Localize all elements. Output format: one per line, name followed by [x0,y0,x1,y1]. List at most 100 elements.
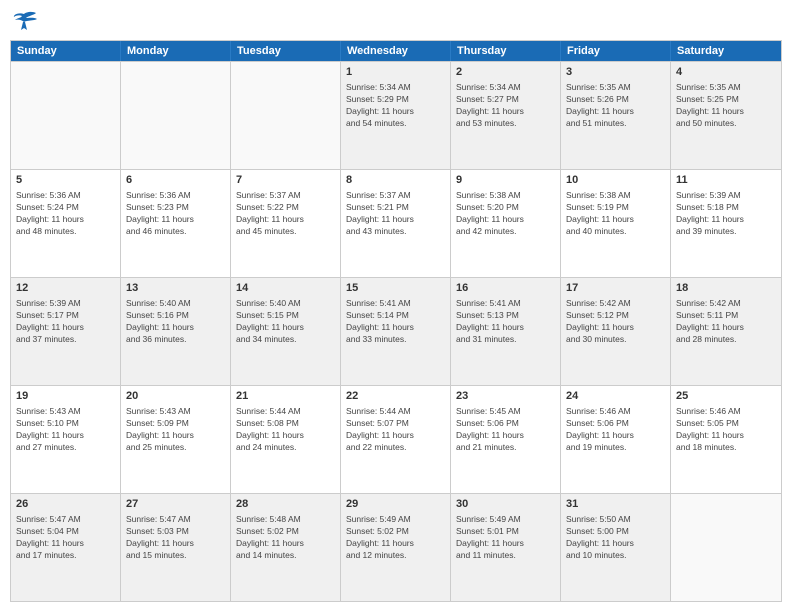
calendar-row-1: 1 Sunrise: 5:34 AM Sunset: 5:29 PM Daylig… [11,61,781,169]
day-info: Sunrise: 5:37 AM Sunset: 5:22 PM Dayligh… [236,190,335,238]
day-info: Sunrise: 5:47 AM Sunset: 5:03 PM Dayligh… [126,514,225,562]
day-info: Sunrise: 5:42 AM Sunset: 5:11 PM Dayligh… [676,298,776,346]
day-info: Sunrise: 5:41 AM Sunset: 5:13 PM Dayligh… [456,298,555,346]
day-info: Sunrise: 5:45 AM Sunset: 5:06 PM Dayligh… [456,406,555,454]
day-number: 28 [236,497,335,512]
calendar-cell-r4c6: 24 Sunrise: 5:46 AM Sunset: 5:06 PM Dayli… [561,386,671,493]
calendar-cell-r5c6: 31Sunrise: 5:50 AM Sunset: 5:00 PM Dayli… [561,494,671,601]
day-number: 16 [456,281,555,296]
weekday-header-sunday: Sunday [11,41,121,61]
day-info: Sunrise: 5:46 AM Sunset: 5:06 PM Dayligh… [566,406,665,454]
day-info: Sunrise: 5:34 AM Sunset: 5:27 PM Dayligh… [456,82,555,130]
day-info: Sunrise: 5:37 AM Sunset: 5:21 PM Dayligh… [346,190,445,238]
day-info: Sunrise: 5:50 AM Sunset: 5:00 PM Dayligh… [566,514,665,562]
day-number: 25 [676,389,776,404]
calendar-cell-r5c5: 30 Sunrise: 5:49 AM Sunset: 5:01 PM Dayli… [451,494,561,601]
day-number: 26 [16,497,115,512]
day-number: 5 [16,173,115,188]
calendar-cell-r1c2 [121,62,231,169]
day-info: Sunrise: 5:38 AM Sunset: 5:20 PM Dayligh… [456,190,555,238]
day-number: 15 [346,281,445,296]
calendar-cell-r4c5: 23 Sunrise: 5:45 AM Sunset: 5:06 PM Dayli… [451,386,561,493]
day-info: Sunrise: 5:49 AM Sunset: 5:02 PM Dayligh… [346,514,445,562]
day-info: Sunrise: 5:44 AM Sunset: 5:08 PM Dayligh… [236,406,335,454]
day-number: 2 [456,65,555,80]
calendar-cell-r1c6: 3Sunrise: 5:35 AM Sunset: 5:26 PM Daylig… [561,62,671,169]
logo [10,10,42,32]
calendar-cell-r3c3: 14 Sunrise: 5:40 AM Sunset: 5:15 PM Dayli… [231,278,341,385]
day-info: Sunrise: 5:46 AM Sunset: 5:05 PM Dayligh… [676,406,776,454]
day-number: 22 [346,389,445,404]
day-number: 11 [676,173,776,188]
day-info: Sunrise: 5:43 AM Sunset: 5:09 PM Dayligh… [126,406,225,454]
day-number: 10 [566,173,665,188]
day-info: Sunrise: 5:39 AM Sunset: 5:18 PM Dayligh… [676,190,776,238]
day-number: 13 [126,281,225,296]
weekday-header-tuesday: Tuesday [231,41,341,61]
calendar-cell-r2c7: 11 Sunrise: 5:39 AM Sunset: 5:18 PM Dayli… [671,170,781,277]
day-info: Sunrise: 5:49 AM Sunset: 5:01 PM Dayligh… [456,514,555,562]
day-info: Sunrise: 5:35 AM Sunset: 5:25 PM Dayligh… [676,82,776,130]
calendar-row-3: 12 Sunrise: 5:39 AM Sunset: 5:17 PM Dayli… [11,277,781,385]
weekday-header-wednesday: Wednesday [341,41,451,61]
day-info: Sunrise: 5:39 AM Sunset: 5:17 PM Dayligh… [16,298,115,346]
calendar-cell-r5c4: 29Sunrise: 5:49 AM Sunset: 5:02 PM Dayli… [341,494,451,601]
day-number: 24 [566,389,665,404]
calendar-cell-r2c3: 7 Sunrise: 5:37 AM Sunset: 5:22 PM Daylig… [231,170,341,277]
day-number: 18 [676,281,776,296]
calendar-cell-r4c3: 21Sunrise: 5:44 AM Sunset: 5:08 PM Dayli… [231,386,341,493]
day-info: Sunrise: 5:40 AM Sunset: 5:16 PM Dayligh… [126,298,225,346]
weekday-header-friday: Friday [561,41,671,61]
day-info: Sunrise: 5:34 AM Sunset: 5:29 PM Dayligh… [346,82,445,130]
calendar-cell-r1c3 [231,62,341,169]
calendar-cell-r3c6: 17 Sunrise: 5:42 AM Sunset: 5:12 PM Dayli… [561,278,671,385]
day-number: 8 [346,173,445,188]
day-info: Sunrise: 5:43 AM Sunset: 5:10 PM Dayligh… [16,406,115,454]
day-number: 27 [126,497,225,512]
calendar-row-2: 5 Sunrise: 5:36 AM Sunset: 5:24 PM Daylig… [11,169,781,277]
calendar-cell-r2c6: 10 Sunrise: 5:38 AM Sunset: 5:19 PM Dayli… [561,170,671,277]
day-number: 3 [566,65,665,80]
day-number: 30 [456,497,555,512]
calendar-cell-r2c4: 8 Sunrise: 5:37 AM Sunset: 5:21 PM Daylig… [341,170,451,277]
calendar-cell-r3c7: 18 Sunrise: 5:42 AM Sunset: 5:11 PM Dayli… [671,278,781,385]
calendar: SundayMondayTuesdayWednesdayThursdayFrid… [10,40,782,602]
calendar-cell-r5c7 [671,494,781,601]
calendar-cell-r2c2: 6Sunrise: 5:36 AM Sunset: 5:23 PM Daylig… [121,170,231,277]
weekday-header-monday: Monday [121,41,231,61]
day-number: 17 [566,281,665,296]
calendar-cell-r3c4: 15 Sunrise: 5:41 AM Sunset: 5:14 PM Dayli… [341,278,451,385]
day-number: 1 [346,65,445,80]
day-number: 4 [676,65,776,80]
day-info: Sunrise: 5:47 AM Sunset: 5:04 PM Dayligh… [16,514,115,562]
page: SundayMondayTuesdayWednesdayThursdayFrid… [0,0,792,612]
calendar-cell-r5c3: 28 Sunrise: 5:48 AM Sunset: 5:02 PM Dayli… [231,494,341,601]
calendar-cell-r1c7: 4 Sunrise: 5:35 AM Sunset: 5:25 PM Daylig… [671,62,781,169]
day-info: Sunrise: 5:40 AM Sunset: 5:15 PM Dayligh… [236,298,335,346]
weekday-header-thursday: Thursday [451,41,561,61]
calendar-row-4: 19Sunrise: 5:43 AM Sunset: 5:10 PM Dayli… [11,385,781,493]
calendar-cell-r2c1: 5 Sunrise: 5:36 AM Sunset: 5:24 PM Daylig… [11,170,121,277]
day-number: 9 [456,173,555,188]
calendar-cell-r5c1: 26 Sunrise: 5:47 AM Sunset: 5:04 PM Dayli… [11,494,121,601]
day-number: 6 [126,173,225,188]
day-number: 12 [16,281,115,296]
day-number: 23 [456,389,555,404]
day-info: Sunrise: 5:41 AM Sunset: 5:14 PM Dayligh… [346,298,445,346]
day-number: 7 [236,173,335,188]
day-info: Sunrise: 5:48 AM Sunset: 5:02 PM Dayligh… [236,514,335,562]
calendar-cell-r3c1: 12 Sunrise: 5:39 AM Sunset: 5:17 PM Dayli… [11,278,121,385]
day-info: Sunrise: 5:38 AM Sunset: 5:19 PM Dayligh… [566,190,665,238]
calendar-header: SundayMondayTuesdayWednesdayThursdayFrid… [11,41,781,61]
weekday-header-saturday: Saturday [671,41,781,61]
calendar-cell-r1c5: 2 Sunrise: 5:34 AM Sunset: 5:27 PM Daylig… [451,62,561,169]
logo-icon [10,10,38,32]
day-info: Sunrise: 5:44 AM Sunset: 5:07 PM Dayligh… [346,406,445,454]
header [10,10,782,32]
calendar-cell-r2c5: 9 Sunrise: 5:38 AM Sunset: 5:20 PM Daylig… [451,170,561,277]
day-info: Sunrise: 5:42 AM Sunset: 5:12 PM Dayligh… [566,298,665,346]
calendar-body: 1 Sunrise: 5:34 AM Sunset: 5:29 PM Daylig… [11,61,781,601]
calendar-cell-r4c2: 20Sunrise: 5:43 AM Sunset: 5:09 PM Dayli… [121,386,231,493]
day-number: 14 [236,281,335,296]
day-info: Sunrise: 5:36 AM Sunset: 5:24 PM Dayligh… [16,190,115,238]
